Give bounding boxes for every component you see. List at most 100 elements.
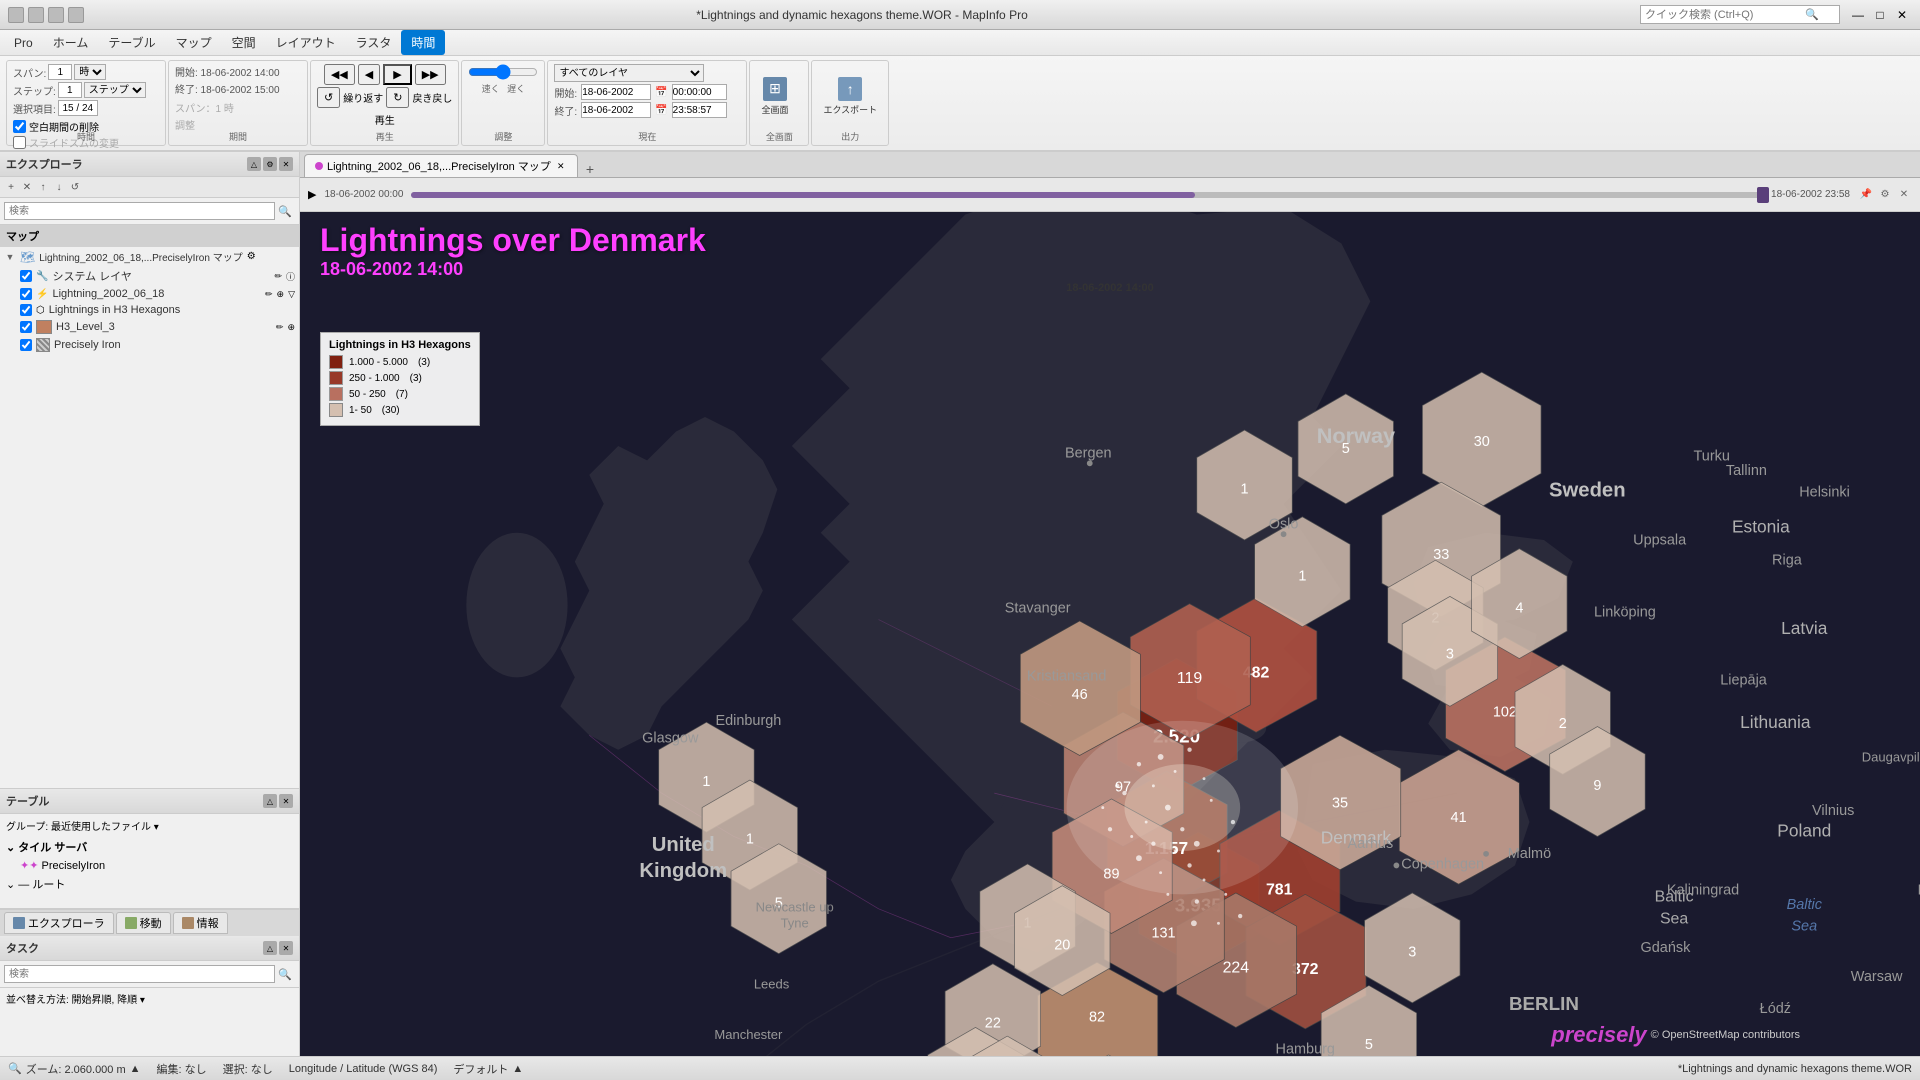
explorer-options-btn[interactable]: ⚙ xyxy=(263,157,277,171)
legend-item-3: 50 - 250 (7) xyxy=(329,387,471,401)
prev-fast-button[interactable]: ◀◀ xyxy=(324,64,355,85)
lightning-filter-icon[interactable]: ▽ xyxy=(288,289,295,300)
refresh-icon[interactable]: ↺ xyxy=(68,180,82,194)
up-icon[interactable]: ↑ xyxy=(36,180,50,194)
timeline-settings-btn[interactable]: ⚙ xyxy=(1877,187,1893,203)
menu-raster[interactable]: ラスタ xyxy=(346,30,402,55)
table-close-btn[interactable]: ✕ xyxy=(279,794,293,808)
system-layer-checkbox[interactable] xyxy=(20,270,32,282)
lightning-copy-icon[interactable]: ⊕ xyxy=(277,289,285,300)
zoom-value: ズーム: 2.060.000 m xyxy=(26,1061,126,1077)
down-icon[interactable]: ↓ xyxy=(52,180,66,194)
h3level-copy-icon[interactable]: ⊕ xyxy=(287,322,295,333)
svg-text:1: 1 xyxy=(746,832,754,848)
legend-range-4: 1- 50 xyxy=(349,405,372,416)
tab-move[interactable]: 移動 xyxy=(116,912,171,934)
map-section-label: マップ xyxy=(6,228,39,244)
explorer-search-btn[interactable]: 🔍 xyxy=(275,201,295,221)
close-button[interactable]: ✕ xyxy=(1892,5,1912,25)
zoom-arrow[interactable]: ▲ xyxy=(130,1063,141,1075)
current-start-time[interactable] xyxy=(672,84,727,100)
precisely-iron-row[interactable]: ✦✦ PreciselyIron xyxy=(0,857,299,874)
menu-table[interactable]: テーブル xyxy=(98,30,165,55)
h3hex-checkbox[interactable] xyxy=(20,304,32,316)
map-canvas[interactable]: 2.520 3.935 1.157 781 482 372 119 xyxy=(300,212,1920,1056)
select-input[interactable] xyxy=(58,100,98,116)
current-start-date[interactable] xyxy=(581,84,651,100)
export-button[interactable]: ↑ エクスポート xyxy=(818,74,882,119)
legend-count-3: (7) xyxy=(396,389,408,400)
calendar-icon2[interactable]: 📅 xyxy=(655,105,667,116)
next-button[interactable]: ▶▶ xyxy=(415,64,446,85)
timeline-track[interactable] xyxy=(411,192,1763,198)
task-expand-btn[interactable]: △ xyxy=(263,941,277,955)
svg-text:Sweden: Sweden xyxy=(1549,480,1626,502)
timeline-close-btn[interactable]: ✕ xyxy=(1896,187,1912,203)
add-icon[interactable]: + xyxy=(4,180,18,194)
lightning-edit-icon[interactable]: ✏ xyxy=(265,289,273,300)
explorer-search-input[interactable] xyxy=(4,202,275,220)
layer-select[interactable]: すべてのレイヤ xyxy=(554,64,704,82)
table-group-expand[interactable]: ▾ xyxy=(154,822,159,833)
quick-search-box[interactable]: 🔍 xyxy=(1640,5,1840,24)
quick-search-input[interactable] xyxy=(1645,9,1805,21)
task-search-btn[interactable]: 🔍 xyxy=(275,964,295,984)
tile-server-row[interactable]: ⌄ タイル サーバ xyxy=(0,837,299,857)
minimize-button[interactable]: — xyxy=(1848,5,1868,25)
search-icon[interactable]: 🔍 xyxy=(1805,8,1819,21)
menu-home[interactable]: ホーム xyxy=(43,30,99,55)
add-tab-btn[interactable]: + xyxy=(580,161,600,177)
delete-icon[interactable]: ✕ xyxy=(20,180,34,194)
explorer-expand-btn[interactable]: △ xyxy=(247,157,261,171)
system-layer-edit-icon[interactable]: ✏ xyxy=(274,271,282,282)
h3level-edit-icon[interactable]: ✏ xyxy=(276,322,284,333)
task-sort-btn[interactable]: ▾ xyxy=(140,995,145,1006)
span-unit-select[interactable]: 時 xyxy=(74,64,106,80)
map-tab-active[interactable]: Lightning_2002_06_18,...PreciselyIron マッ… xyxy=(304,154,578,177)
play-button[interactable]: ▶ xyxy=(383,64,411,85)
calendar-icon1[interactable]: 📅 xyxy=(655,87,667,98)
rewind-button[interactable]: ↺ xyxy=(317,87,340,108)
step-input[interactable] xyxy=(58,82,82,98)
timeline-thumb[interactable] xyxy=(1757,187,1769,203)
menu-time[interactable]: 時間 xyxy=(401,30,445,55)
menu-map[interactable]: マップ xyxy=(166,30,222,55)
task-search-input[interactable] xyxy=(4,965,275,983)
explorer-controls: △ ⚙ ✕ xyxy=(247,157,293,171)
step-type-select[interactable]: ステップ xyxy=(84,82,146,98)
legend-color-3 xyxy=(329,387,343,401)
system-layer-info-icon[interactable]: ⓘ xyxy=(286,270,295,283)
maximize-button[interactable]: □ xyxy=(1870,5,1890,25)
svg-text:82: 82 xyxy=(1089,1010,1105,1026)
task-close-btn[interactable]: ✕ xyxy=(279,941,293,955)
default-arrow[interactable]: ▲ xyxy=(512,1063,523,1075)
lightning-layer-checkbox[interactable] xyxy=(20,288,32,300)
current-end-time[interactable] xyxy=(672,102,727,118)
prev-button[interactable]: ◀ xyxy=(358,64,380,85)
move-tab-icon xyxy=(125,917,137,929)
precisely-checkbox[interactable] xyxy=(20,339,32,351)
speed-slider[interactable] xyxy=(468,64,538,80)
table-header: テーブル △ ✕ xyxy=(0,789,299,814)
menu-spatial[interactable]: 空間 xyxy=(222,30,266,55)
table-expand-btn[interactable]: △ xyxy=(263,794,277,808)
map-tabs: Lightning_2002_06_18,...PreciselyIron マッ… xyxy=(300,152,1920,178)
current-end-date[interactable] xyxy=(581,102,651,118)
legend-range-3: 50 - 250 xyxy=(349,389,386,400)
fullscreen-button[interactable]: ⊞ 全画面 xyxy=(756,74,793,119)
svg-text:3: 3 xyxy=(1408,945,1416,961)
timeline-play-btn[interactable]: ▶ xyxy=(308,188,316,201)
legend-range-2: 250 - 1.000 xyxy=(349,373,400,384)
h3level-checkbox[interactable] xyxy=(20,321,32,333)
map-settings-icon[interactable]: ⚙ xyxy=(247,251,256,262)
span-input[interactable] xyxy=(48,64,72,80)
tab-info[interactable]: 情報 xyxy=(173,912,228,934)
map-root-item[interactable]: ▼ 🗺 Lightning_2002_06_18,...PreciselyIro… xyxy=(0,247,299,266)
menu-layout[interactable]: レイアウト xyxy=(266,30,346,55)
map-tab-close[interactable]: ✕ xyxy=(555,160,567,172)
explorer-close-btn[interactable]: ✕ xyxy=(279,157,293,171)
menu-pro[interactable]: Pro xyxy=(4,32,43,54)
tab-explorer[interactable]: エクスプローラ xyxy=(4,912,114,934)
timeline-pin-btn[interactable]: 📌 xyxy=(1858,187,1874,203)
bounce-button[interactable]: ↻ xyxy=(386,87,409,108)
